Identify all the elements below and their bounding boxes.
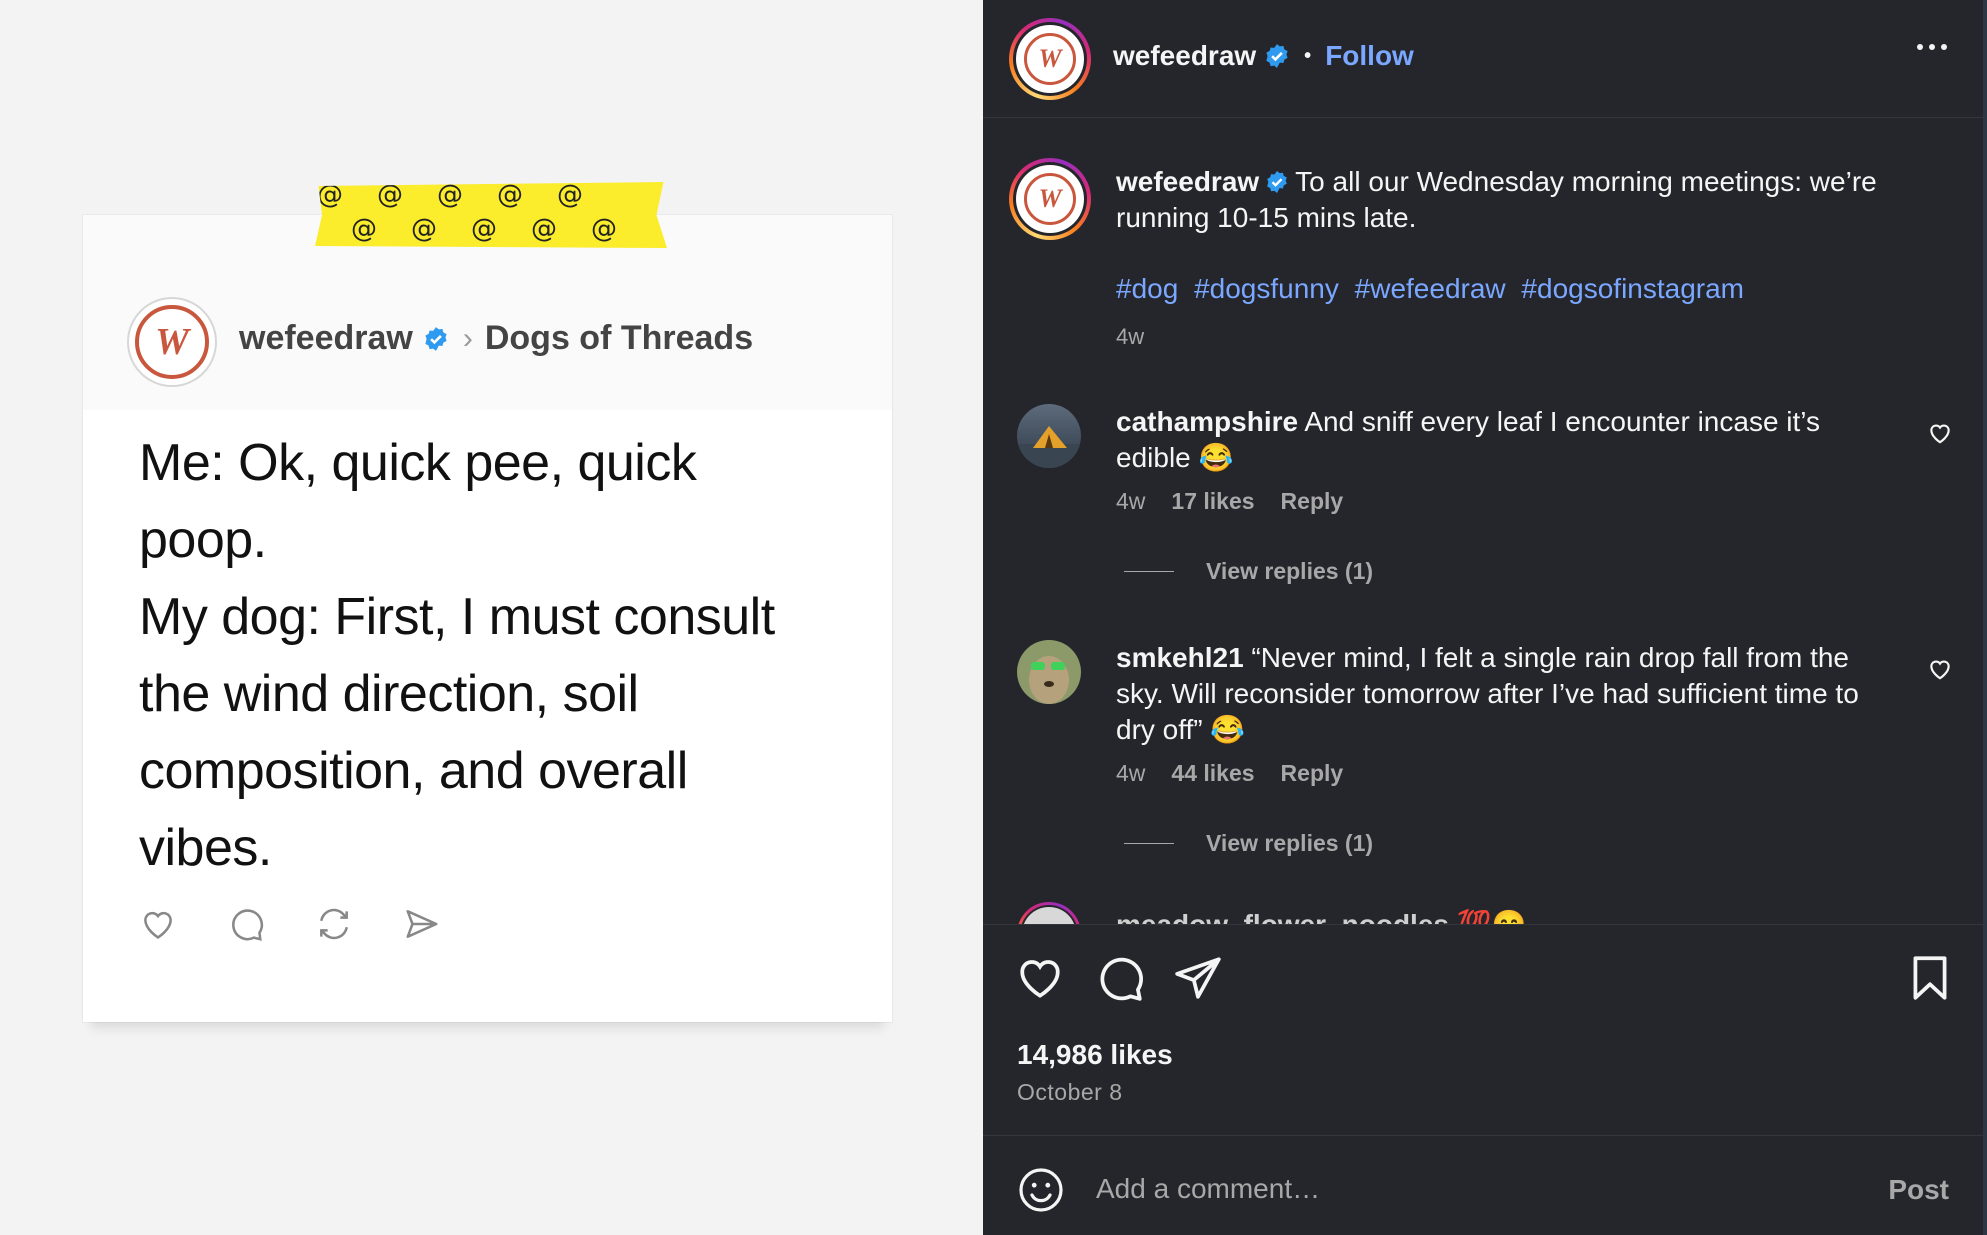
comment-likes[interactable]: 17 likes [1171, 488, 1254, 515]
window-edge [1983, 0, 1987, 1235]
share-icon[interactable] [1173, 953, 1223, 1003]
author-avatar[interactable]: W [1009, 18, 1091, 100]
post-text-line: the wind direction, soil [139, 665, 639, 723]
more-options-icon[interactable] [1917, 44, 1947, 50]
comment-body: smkehl21 “Never mind, I felt a single ra… [1116, 640, 1896, 748]
follow-button[interactable]: Follow [1325, 40, 1414, 72]
comment-username[interactable]: smkehl21 [1116, 642, 1244, 673]
tape-row: @@@@@ [351, 214, 651, 244]
likes-count[interactable]: 14,986 likes [1017, 1039, 1173, 1071]
threads-avatar: W [127, 297, 217, 387]
post-actions: 14,986 likes October 8 Post [983, 924, 1983, 1235]
tent-photo [1017, 404, 1081, 468]
comment-input[interactable] [1096, 1164, 1796, 1214]
comment-meta: 4w 17 likes Reply [1116, 488, 1343, 515]
replies-divider [1124, 571, 1174, 572]
reply-button[interactable]: Reply [1281, 760, 1344, 787]
partial-comment: meadow_flower_noodles 💯😊 [1116, 908, 1526, 924]
bookmark-icon[interactable] [1905, 953, 1955, 1003]
hashtag-link[interactable]: #wefeedraw [1355, 273, 1506, 304]
caption-avatar[interactable]: W [1009, 158, 1091, 240]
commenter-avatar[interactable] [1017, 902, 1081, 924]
reply-button[interactable]: Reply [1281, 488, 1344, 515]
replies-divider [1124, 843, 1174, 844]
heart-icon[interactable] [1927, 656, 1953, 682]
view-replies-button[interactable]: View replies (1) [1124, 830, 1373, 857]
threads-logo-pattern: @@@@@ @@@@@ [315, 182, 667, 246]
post-text-line: vibes. [139, 819, 272, 877]
post-image: W wefeedraw › Dogs of Threads Me: Ok, qu… [0, 0, 983, 1235]
tape-row: @@@@@ [317, 182, 617, 210]
view-replies-label: View replies (1) [1206, 558, 1374, 584]
heart-icon [144, 911, 172, 939]
verified-badge-icon [1267, 171, 1287, 193]
dog-photo [1017, 640, 1081, 704]
comment-likes[interactable]: 44 likes [1171, 760, 1254, 787]
emoji-icon[interactable] [1017, 1166, 1065, 1214]
threads-avatar-logo: W [135, 305, 209, 379]
comment-icon [232, 909, 264, 941]
threads-community: Dogs of Threads [484, 319, 754, 357]
hashtag-link[interactable]: #dog [1116, 273, 1178, 304]
threads-action-icons [139, 905, 441, 943]
heart-icon[interactable] [1927, 420, 1953, 446]
comments-list[interactable]: W wefeedraw To all our Wednesday morning … [983, 118, 1983, 924]
caption-username[interactable]: wefeedraw [1116, 166, 1259, 197]
view-replies-button[interactable]: View replies (1) [1124, 558, 1373, 585]
verified-badge-icon [425, 326, 447, 351]
post-text-line: Me: Ok, quick pee, quick [139, 434, 697, 492]
threads-user-line: wefeedraw › Dogs of Threads [239, 319, 753, 358]
author-line: wefeedraw • Follow [1113, 40, 1414, 72]
chevron-right-icon: › [462, 321, 473, 355]
caption-timestamp: 4w [1116, 324, 1145, 349]
post-caption: wefeedraw To all our Wednesday morning me… [1116, 164, 1916, 236]
verified-badge-icon [1266, 44, 1288, 68]
caption-hashtags: #dog #dogsfunny #wefeedraw #dogsofinstag… [1116, 273, 1752, 305]
post-sidebar: W wefeedraw • Follow W wefeedraw To all o… [983, 0, 1987, 1235]
add-comment-bar: Post [983, 1135, 1983, 1235]
post-text-line: composition, and overall [139, 742, 688, 800]
threads-post-card: W wefeedraw › Dogs of Threads Me: Ok, qu… [83, 215, 892, 1022]
comment-username[interactable]: cathampshire [1116, 406, 1298, 437]
repost-icon [320, 908, 348, 940]
heart-icon[interactable] [1015, 953, 1065, 1003]
commenter-avatar[interactable] [1017, 640, 1081, 704]
washi-tape: @@@@@ @@@@@ [315, 182, 667, 248]
post-header: W wefeedraw • Follow [983, 0, 1983, 118]
comment-timestamp: 4w [1116, 760, 1146, 786]
threads-post-text: Me: Ok, quick pee, quick poop. My dog: F… [139, 425, 859, 887]
view-replies-label: View replies (1) [1206, 830, 1374, 856]
author-username[interactable]: wefeedraw [1113, 40, 1256, 72]
comment-meta: 4w 44 likes Reply [1116, 760, 1343, 787]
avatar-logo: W [1024, 33, 1076, 85]
comment-timestamp: 4w [1116, 488, 1146, 514]
avatar-logo: W [1024, 173, 1076, 225]
hashtag-link[interactable]: #dogsfunny [1194, 273, 1339, 304]
post-button[interactable]: Post [1888, 1174, 1949, 1206]
threads-username: wefeedraw [239, 319, 413, 357]
commenter-avatar[interactable] [1017, 404, 1081, 468]
post-text-line: poop. [139, 511, 267, 569]
hashtag-link[interactable]: #dogsofinstagram [1521, 273, 1744, 304]
share-icon [406, 910, 438, 938]
comment-body: cathampshire And sniff every leaf I enco… [1116, 404, 1896, 476]
comment-icon[interactable] [1095, 953, 1145, 1003]
post-text-line: My dog: First, I must consult [139, 588, 775, 646]
separator-dot: • [1304, 44, 1312, 67]
post-date: October 8 [1017, 1079, 1123, 1105]
